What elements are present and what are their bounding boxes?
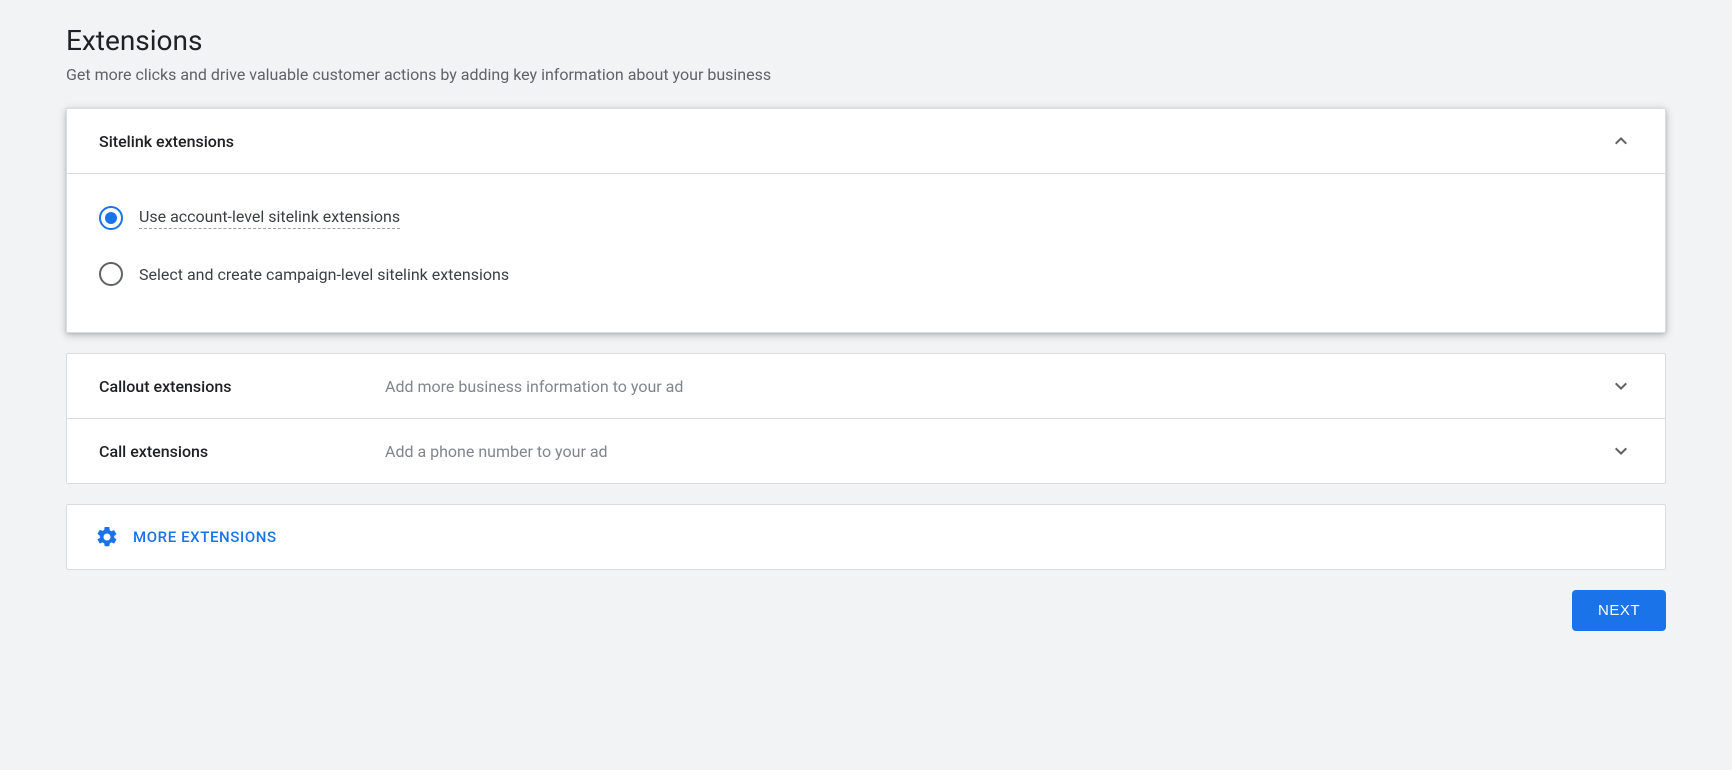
sitelink-extensions-card: Sitelink extensions Use account-level si…: [66, 108, 1666, 333]
chevron-down-icon: [1609, 374, 1633, 398]
callout-extensions-row[interactable]: Callout extensions Add more business inf…: [67, 354, 1665, 418]
call-extensions-row[interactable]: Call extensions Add a phone number to yo…: [67, 418, 1665, 483]
callout-title: Callout extensions: [99, 377, 385, 396]
sitelink-card-header[interactable]: Sitelink extensions: [67, 109, 1665, 174]
radio-account-level[interactable]: Use account-level sitelink extensions: [99, 196, 1633, 240]
radio-selected-icon: [99, 206, 123, 230]
radio-campaign-level[interactable]: Select and create campaign-level sitelin…: [99, 252, 1633, 296]
radio-campaign-level-label: Select and create campaign-level sitelin…: [139, 265, 509, 284]
page-title: Extensions: [66, 24, 1666, 57]
chevron-down-icon: [1609, 439, 1633, 463]
sitelink-card-body: Use account-level sitelink extensions Se…: [67, 174, 1665, 332]
collapsed-extensions-group: Callout extensions Add more business inf…: [66, 353, 1666, 484]
extensions-page: Extensions Get more clicks and drive val…: [66, 24, 1666, 631]
gear-icon: [95, 525, 119, 549]
call-hint: Add a phone number to your ad: [385, 442, 1609, 461]
call-title: Call extensions: [99, 442, 385, 461]
footer: NEXT: [66, 590, 1666, 631]
more-extensions-button[interactable]: MORE EXTENSIONS: [66, 504, 1666, 570]
radio-account-level-label: Use account-level sitelink extensions: [139, 207, 400, 229]
radio-unselected-icon: [99, 262, 123, 286]
sitelink-card-title: Sitelink extensions: [99, 132, 385, 151]
chevron-up-icon: [1609, 129, 1633, 153]
page-subtitle: Get more clicks and drive valuable custo…: [66, 65, 1666, 84]
callout-hint: Add more business information to your ad: [385, 377, 1609, 396]
more-extensions-label: MORE EXTENSIONS: [133, 528, 277, 546]
next-button[interactable]: NEXT: [1572, 590, 1666, 631]
